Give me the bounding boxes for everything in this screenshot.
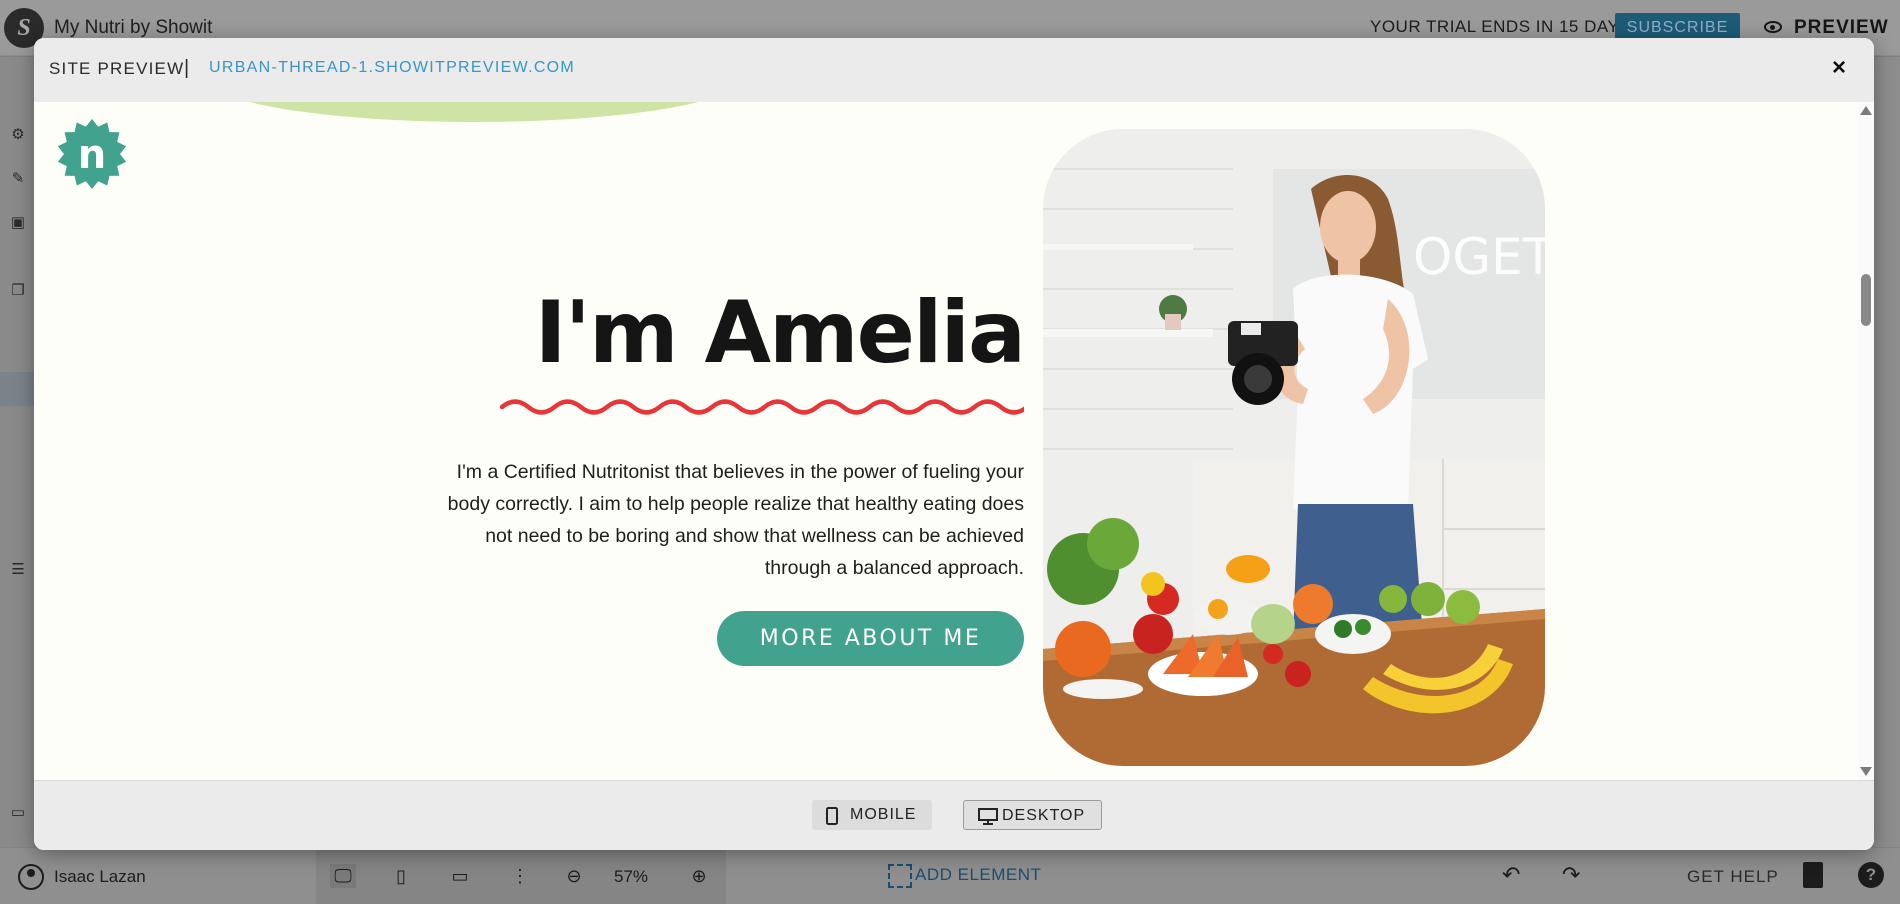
image-icon[interactable]: ▣ (10, 215, 26, 231)
preview-device-toggle: MOBILE DESKTOP (34, 780, 1874, 850)
right-panel (1874, 57, 1900, 847)
decorative-arc (204, 102, 744, 122)
neon-sign-text: OGET (1413, 228, 1545, 286)
scroll-thumb[interactable] (1861, 274, 1871, 326)
user-avatar-icon[interactable] (18, 864, 44, 890)
selected-tool[interactable] (0, 372, 34, 406)
bottom-toolbar: Isaac Lazan 🖵 ▯ ▭ ⋮ ⊖ ⊕ 57% ADD ELEMENT … (0, 847, 1900, 904)
app-title: My Nutri by Showit (54, 17, 213, 38)
zoom-in-icon[interactable]: ⊕ (686, 864, 712, 888)
close-icon[interactable]: × (1827, 56, 1851, 80)
zoom-level[interactable]: 57% (614, 867, 648, 887)
user-name: Isaac Lazan (54, 867, 146, 886)
preview-url-link[interactable]: URBAN-THREAD-1.SHOWITPREVIEW.COM (209, 59, 575, 77)
desktop-view-icon[interactable]: 🖵 (330, 864, 356, 888)
pages-icon[interactable]: ❐ (10, 283, 26, 299)
title-separator: | (184, 57, 190, 79)
mobile-view-icon[interactable]: ▯ (388, 864, 414, 888)
starburst-logo-icon: n (57, 119, 127, 189)
monitor-icon[interactable]: ▭ (447, 864, 473, 888)
layers-icon[interactable]: ☰ (10, 562, 26, 578)
ruler-icon[interactable]: ▭ (10, 805, 26, 821)
gear-icon[interactable]: ⚙ (10, 127, 26, 143)
mobile-label: MOBILE (850, 806, 917, 823)
mobile-icon (826, 807, 838, 825)
woman-with-camera-image: OGET (1043, 129, 1545, 766)
modal-header: SITE PREVIEW | URBAN-THREAD-1.SHOWITPREV… (34, 38, 1874, 102)
chat-help-icon[interactable]: ? (1858, 862, 1884, 888)
brush-icon[interactable]: ✎ (10, 171, 26, 187)
preview-scrollbar[interactable] (1858, 102, 1874, 780)
preview-label: PREVIEW (1794, 17, 1889, 38)
redo-icon[interactable]: ↷ (1562, 862, 1580, 888)
add-element-button[interactable]: ADD ELEMENT (888, 864, 1041, 888)
eye-icon (1764, 21, 1782, 33)
hero-heading: I'm Amelia (534, 283, 1026, 383)
desktop-preview-button[interactable]: DESKTOP (963, 800, 1103, 830)
logo-letter: n (78, 132, 106, 178)
site-logo[interactable]: n (56, 118, 128, 190)
modal-title: SITE PREVIEW (49, 59, 185, 78)
book-icon[interactable] (1803, 862, 1823, 888)
get-help-link[interactable]: GET HELP (1687, 867, 1779, 887)
desktop-icon (978, 808, 998, 825)
left-toolbar: ⚙ ✎ ▣ ❐ ☰ ▭ (0, 57, 34, 847)
scroll-down-arrow-icon[interactable] (1860, 767, 1872, 776)
hero-description: I'm a Certified Nutritonist that believe… (447, 461, 1024, 579)
scroll-up-arrow-icon[interactable] (1860, 106, 1872, 115)
device-switcher: 🖵 ▯ ▭ ⋮ ⊖ ⊕ (316, 848, 726, 904)
desktop-label: DESKTOP (1002, 807, 1086, 824)
site-preview-modal: SITE PREVIEW | URBAN-THREAD-1.SHOWITPREV… (34, 38, 1874, 850)
more-about-me-button[interactable]: MORE ABOUT ME (717, 611, 1024, 666)
trial-notice: YOUR TRIAL ENDS IN 15 DAYS (1370, 17, 1632, 36)
wavy-underline (499, 399, 1024, 415)
mobile-preview-button[interactable]: MOBILE (812, 800, 933, 830)
hero-photo: OGET (1043, 129, 1545, 766)
preview-viewport[interactable]: n I'm Amelia I'm a Certified Nutritonist… (34, 102, 1874, 780)
undo-icon[interactable]: ↶ (1502, 862, 1520, 888)
grid-icon[interactable]: ⋮ (507, 864, 533, 888)
zoom-out-icon[interactable]: ⊖ (561, 864, 587, 888)
